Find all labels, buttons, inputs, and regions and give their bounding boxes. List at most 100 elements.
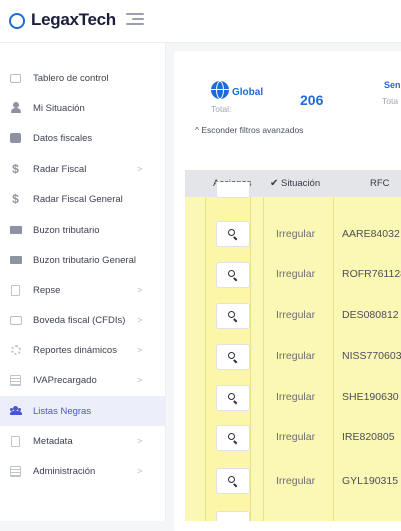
search-icon: [228, 229, 235, 236]
sidebar-item-metadata[interactable]: Metadata >: [0, 426, 165, 456]
sidebar-item-label: Boveda fiscal (CFDIs): [33, 314, 126, 326]
user-icon: [9, 102, 22, 114]
file-icon: [9, 435, 22, 447]
column-header-rfc[interactable]: RFC: [370, 178, 390, 189]
total-value: 206: [300, 92, 324, 108]
situacion-cell: Irregular: [276, 350, 316, 362]
list-icon: [9, 374, 22, 386]
sidebar-item-buzon-tributario-general[interactable]: Buzon tributario General: [0, 245, 165, 275]
toggle-advanced-filters[interactable]: ^ Esconder filtros avanzados: [195, 125, 303, 135]
second-summary-label: Sen: [384, 80, 401, 90]
search-icon: [228, 270, 235, 277]
search-icon: [228, 433, 235, 440]
users-icon: [9, 405, 22, 417]
search-icon: [228, 393, 235, 400]
global-label: Global: [232, 87, 264, 98]
situacion-cell: Irregular: [276, 431, 316, 443]
sidebar-item-radar-fiscal[interactable]: $ Radar Fiscal >: [0, 154, 165, 184]
mail-icon: [9, 224, 22, 236]
view-button[interactable]: [216, 468, 250, 494]
view-button[interactable]: [216, 385, 250, 411]
view-button[interactable]: [216, 425, 250, 451]
coin-icon: $: [12, 192, 19, 206]
sidebar-item-buzon-tributario[interactable]: Buzon tributario: [0, 215, 165, 245]
view-button[interactable]: [216, 511, 250, 521]
menu-toggle-icon[interactable]: [126, 13, 144, 27]
sidebar-item-label: Repse: [33, 284, 61, 296]
chevron-right-icon: >: [137, 164, 143, 174]
sidebar-item-datos-fiscales[interactable]: Datos fiscales: [0, 123, 165, 153]
gear-icon: [9, 344, 22, 356]
situacion-cell: Irregular: [276, 309, 316, 321]
sidebar-item-boveda-fiscal[interactable]: Boveda fiscal (CFDIs) >: [0, 305, 165, 335]
app-name: LegaxTech: [31, 10, 116, 29]
column-header-label: Situación: [281, 178, 321, 189]
chevron-right-icon: >: [137, 466, 143, 476]
column-divider: [333, 197, 334, 521]
column-header-situacion[interactable]: ✔ Situación: [270, 178, 320, 189]
sidebar-item-repse[interactable]: Repse >: [0, 275, 165, 305]
rfc-cell: ROFR761128: [342, 268, 401, 280]
sidebar-item-listas-negras[interactable]: Listas Negras: [0, 396, 165, 426]
view-button[interactable]: [216, 344, 250, 370]
sidebar-item-label: Buzon tributario: [33, 224, 100, 236]
sidebar-item-tablero[interactable]: Tablero de control: [0, 63, 165, 93]
sidebar-item-label: Listas Negras: [33, 405, 92, 417]
document-icon: [9, 132, 22, 144]
rfc-cell: IRE820805: [342, 431, 395, 443]
rfc-cell: NISS770603: [342, 350, 401, 362]
mail-icon: [9, 254, 22, 266]
situacion-cell: Irregular: [276, 475, 316, 487]
sidebar: Tablero de control Mi Situación Datos fi…: [0, 43, 166, 521]
chevron-right-icon: >: [137, 375, 143, 385]
chevron-right-icon: >: [137, 345, 143, 355]
coin-icon: $: [12, 162, 19, 176]
search-icon: [228, 311, 235, 318]
sidebar-item-label: Radar Fiscal General: [33, 193, 123, 205]
sidebar-item-radar-fiscal-general[interactable]: $ Radar Fiscal General: [0, 184, 165, 214]
chevron-right-icon: >: [137, 285, 143, 295]
rfc-cell: DES080812: [342, 309, 399, 321]
column-divider: [263, 197, 264, 521]
total-label: Total:: [211, 104, 232, 114]
dashboard-icon: [9, 72, 22, 84]
situacion-cell: Irregular: [276, 391, 316, 403]
top-bar: LegaxTech: [0, 0, 401, 43]
chevron-up-icon: ^: [195, 125, 199, 135]
search-icon: [228, 352, 235, 359]
sidebar-item-label: Mi Situación: [33, 102, 85, 114]
sidebar-item-label: Administración: [33, 465, 96, 477]
situacion-cell: Irregular: [276, 228, 316, 240]
toggle-advanced-filters-label: Esconder filtros avanzados: [201, 125, 304, 135]
sidebar-item-label: Datos fiscales: [33, 132, 93, 144]
logo-icon: [9, 12, 25, 29]
sidebar-item-reportes-dinamicos[interactable]: Reportes dinámicos >: [0, 335, 165, 365]
situacion-cell: Irregular: [276, 268, 316, 280]
chevron-right-icon: >: [137, 436, 143, 446]
sidebar-item-mi-situacion[interactable]: Mi Situación: [0, 93, 165, 123]
rfc-cell: SHE190630: [342, 391, 399, 403]
chevron-right-icon: >: [137, 315, 143, 325]
file-icon: [9, 284, 22, 296]
check-icon: ✔: [270, 178, 279, 189]
sidebar-item-label: Buzon tributario General: [33, 254, 136, 266]
search-icon: [228, 476, 235, 483]
view-button[interactable]: [216, 221, 250, 247]
view-button[interactable]: [216, 262, 250, 288]
logo[interactable]: LegaxTech: [9, 9, 116, 31]
list-icon: [9, 465, 22, 477]
rfc-cell: AARE84032: [342, 228, 400, 240]
sidebar-item-label: Radar Fiscal: [33, 163, 87, 175]
folder-icon: [9, 314, 22, 326]
sidebar-item-label: Reportes dinámicos: [33, 344, 117, 356]
sidebar-item-label: Tablero de control: [33, 72, 109, 84]
globe-icon: [211, 81, 229, 99]
second-total-label: Tota: [382, 96, 399, 106]
sidebar-item-administracion[interactable]: Administración >: [0, 456, 165, 486]
view-button[interactable]: [216, 182, 250, 198]
sidebar-item-ivaprecargado[interactable]: IVAPrecargado >: [0, 365, 165, 395]
rfc-cell: GYL190315: [342, 475, 399, 487]
sidebar-item-label: Metadata: [33, 435, 73, 447]
sidebar-item-label: IVAPrecargado: [33, 374, 97, 386]
view-button[interactable]: [216, 303, 250, 329]
